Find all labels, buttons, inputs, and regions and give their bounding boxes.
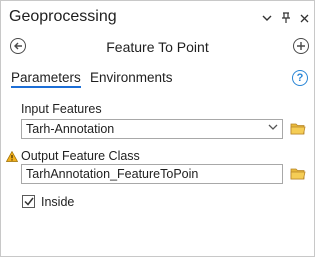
tool-header: Feature To Point — [1, 35, 314, 59]
browse-folder-icon[interactable] — [290, 122, 306, 135]
pane-title: Geoprocessing — [9, 8, 117, 25]
add-icon[interactable] — [293, 38, 309, 54]
geoprocessing-pane: Geoprocessing Feature To Point Parameter… — [0, 0, 315, 257]
input-features-label: Input Features — [21, 102, 102, 116]
output-feature-class-value: TarhAnnotation_FeatureToPoin — [26, 167, 199, 181]
inside-label: Inside — [41, 195, 75, 209]
chevron-down-icon[interactable] — [260, 10, 274, 26]
output-feature-class-input[interactable]: TarhAnnotation_FeatureToPoin — [21, 164, 283, 184]
chevron-down-icon — [268, 122, 278, 134]
inside-checkbox[interactable] — [22, 195, 35, 208]
warning-icon — [5, 149, 19, 162]
browse-folder-icon[interactable] — [290, 167, 306, 180]
close-icon[interactable] — [297, 10, 311, 26]
input-features-dropdown[interactable]: Tarh-Annotation — [21, 119, 283, 139]
tool-title: Feature To Point — [106, 39, 209, 55]
input-features-value: Tarh-Annotation — [26, 122, 115, 136]
output-feature-class-label: Output Feature Class — [21, 149, 140, 163]
pane-titlebar: Geoprocessing — [1, 1, 314, 35]
tab-parameters[interactable]: Parameters — [11, 70, 81, 88]
tab-environments[interactable]: Environments — [90, 70, 173, 85]
tool-tabs: Parameters Environments ? — [1, 67, 314, 91]
help-icon[interactable]: ? — [292, 70, 308, 86]
pin-icon[interactable] — [279, 10, 293, 26]
